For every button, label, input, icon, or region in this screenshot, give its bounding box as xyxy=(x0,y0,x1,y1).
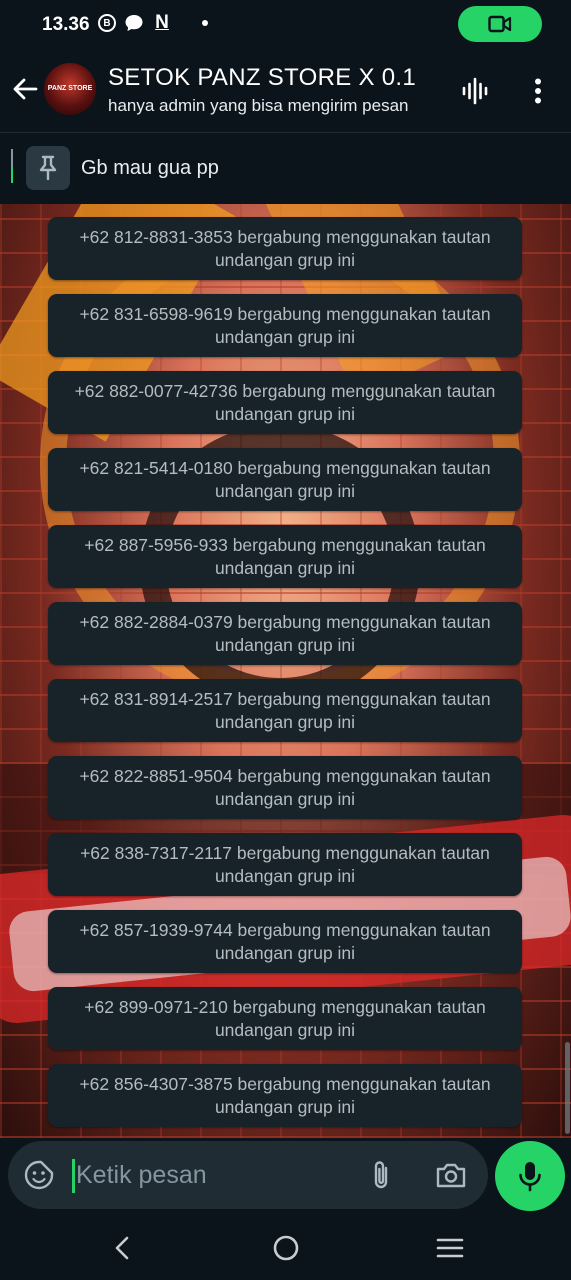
nav-back-button[interactable] xyxy=(106,1232,138,1264)
n-notification-icon: N xyxy=(155,12,169,33)
system-message[interactable]: +62 812-8831-3853 bergabung menggunakan … xyxy=(48,217,522,280)
dot-icon xyxy=(202,20,208,26)
system-message-text: +62 812-8831-3853 bergabung menggunakan … xyxy=(79,226,491,270)
system-message[interactable]: +62 822-8851-9504 bergabung menggunakan … xyxy=(48,756,522,819)
status-bar: 13.36 B N xyxy=(0,0,571,50)
voice-chat-button[interactable] xyxy=(456,72,494,110)
system-message-text: +62 899-0971-210 bergabung menggunakan t… xyxy=(84,996,486,1040)
chat-subtitle[interactable]: hanya admin yang bisa mengirim pesan xyxy=(108,96,440,116)
circle-home-icon xyxy=(273,1235,299,1261)
system-message-text: +62 857-1939-9744 bergabung menggunakan … xyxy=(79,919,491,963)
composer-box xyxy=(8,1141,488,1209)
pin-icon-box xyxy=(26,146,70,190)
group-avatar[interactable]: PANZ STORE xyxy=(44,63,96,115)
system-message[interactable]: +62 831-8914-2517 bergabung menggunakan … xyxy=(48,679,522,742)
ongoing-call-button[interactable] xyxy=(458,6,542,42)
attach-button[interactable] xyxy=(364,1158,398,1192)
system-message-text: +62 856-4307-3875 bergabung menggunakan … xyxy=(79,1073,491,1117)
message-input[interactable] xyxy=(76,1155,356,1195)
system-navigation-bar xyxy=(0,1216,571,1280)
system-message-text: +62 882-0077-42736 bergabung menggunakan… xyxy=(74,380,496,424)
b-circle-icon: B xyxy=(98,14,116,32)
system-message-text: +62 831-6598-9619 bergabung menggunakan … xyxy=(79,303,491,347)
paperclip-icon xyxy=(374,1161,388,1189)
system-message[interactable]: +62 856-4307-3875 bergabung menggunakan … xyxy=(48,1064,522,1127)
system-message[interactable]: +62 882-2884-0379 bergabung menggunakan … xyxy=(48,602,522,665)
scrollbar-thumb[interactable] xyxy=(565,1042,570,1134)
avatar-logo-text: PANZ STORE xyxy=(47,85,93,92)
system-message-text: +62 831-8914-2517 bergabung menggunakan … xyxy=(79,688,491,732)
more-vertical-icon xyxy=(535,78,541,104)
system-message[interactable]: +62 882-0077-42736 bergabung menggunakan… xyxy=(48,371,522,434)
status-time: 13.36 xyxy=(42,14,90,35)
system-message[interactable]: +62 831-6598-9619 bergabung menggunakan … xyxy=(48,294,522,357)
system-message-text: +62 821-5414-0180 bergabung menggunakan … xyxy=(79,457,491,501)
sticker-smiley-icon xyxy=(24,1160,54,1190)
chat-title[interactable]: SETOK PANZ STORE X 0.1 xyxy=(108,64,416,92)
chat-bubble-icon xyxy=(124,13,144,33)
system-message-text: +62 882-2884-0379 bergabung menggunakan … xyxy=(79,611,491,655)
arrow-left-icon xyxy=(13,78,38,100)
pinned-indicator xyxy=(11,149,14,185)
pin-icon xyxy=(39,155,57,181)
status-icons: B N xyxy=(98,12,208,33)
system-message[interactable]: +62 857-1939-9744 bergabung menggunakan … xyxy=(48,910,522,973)
system-message-text: +62 887-5956-933 bergabung menggunakan t… xyxy=(84,534,486,578)
back-button[interactable] xyxy=(8,72,42,106)
system-message-text: +62 838-7317-2117 bergabung menggunakan … xyxy=(80,842,490,886)
voice-message-button[interactable] xyxy=(495,1141,565,1211)
audio-waveform-icon xyxy=(462,77,488,105)
camera-icon xyxy=(436,1163,466,1188)
chevron-left-icon xyxy=(115,1236,129,1260)
video-camera-icon xyxy=(488,15,512,33)
microphone-icon xyxy=(519,1162,541,1192)
nav-home-button[interactable] xyxy=(270,1232,302,1264)
composer-bar xyxy=(0,1138,571,1216)
hamburger-icon xyxy=(436,1238,464,1258)
system-message-text: +62 822-8851-9504 bergabung menggunakan … xyxy=(79,765,491,809)
system-message[interactable]: +62 838-7317-2117 bergabung menggunakan … xyxy=(48,833,522,896)
system-message[interactable]: +62 821-5414-0180 bergabung menggunakan … xyxy=(48,448,522,511)
text-caret xyxy=(72,1159,75,1193)
system-message[interactable]: +62 899-0971-210 bergabung menggunakan t… xyxy=(48,987,522,1050)
pinned-message-text: Gb mau gua pp xyxy=(81,157,219,179)
more-options-button[interactable] xyxy=(522,72,554,110)
pinned-message-bar[interactable]: Gb mau gua pp xyxy=(0,132,571,204)
chat-header: PANZ STORE SETOK PANZ STORE X 0.1 hanya … xyxy=(0,50,571,132)
nav-recents-button[interactable] xyxy=(434,1232,466,1264)
camera-button[interactable] xyxy=(432,1158,470,1192)
system-message[interactable]: +62 887-5956-933 bergabung menggunakan t… xyxy=(48,525,522,588)
emoji-button[interactable] xyxy=(22,1158,56,1192)
chat-area[interactable]: +62 812-8831-3853 bergabung menggunakan … xyxy=(0,204,571,1138)
